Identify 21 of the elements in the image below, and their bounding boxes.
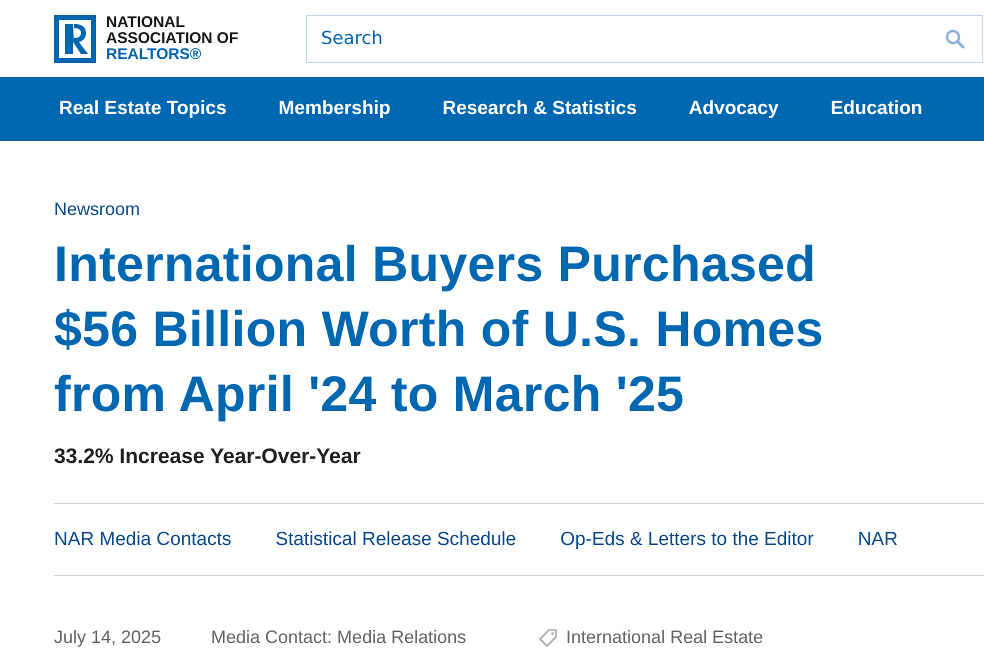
logo-text: NATIONAL: [106, 14, 186, 30]
tag-icon: [538, 628, 558, 648]
logo-text: REALTORS®: [106, 46, 202, 62]
nav-link[interactable]: Real Estate Topics: [59, 98, 227, 120]
nav-link[interactable]: Research & Statistics: [442, 98, 637, 120]
media-contact: Media Contact: Media Relations: [211, 627, 468, 648]
nav-link[interactable]: Education: [830, 98, 922, 120]
page-link[interactable]: Op-Eds & Letters to the Editor: [560, 528, 814, 550]
page-link[interactable]: NAR: [858, 528, 898, 550]
logo-text: ASSOCIATION OF: [106, 30, 240, 46]
category-tag-link[interactable]: International Real Estate: [566, 627, 764, 648]
logo-icon[interactable]: [54, 14, 96, 62]
nav-link[interactable]: Advocacy: [688, 98, 779, 120]
publish-date: July 14, 2025: [54, 627, 162, 648]
page-link[interactable]: NAR Media Contacts: [54, 528, 232, 550]
headline: International Buyers Purchased $56 Billion Worth of U.S. Homes from April '24 to March '25: [54, 235, 825, 424]
search-field[interactable]: Search: [306, 14, 983, 62]
nav-link[interactable]: Membership: [278, 98, 390, 120]
subheadline: 33.2% Increase Year-Over-Year: [54, 445, 362, 469]
breadcrumb-link[interactable]: Newsroom: [54, 199, 140, 219]
page-link[interactable]: Statistical Release Schedule: [275, 528, 516, 550]
